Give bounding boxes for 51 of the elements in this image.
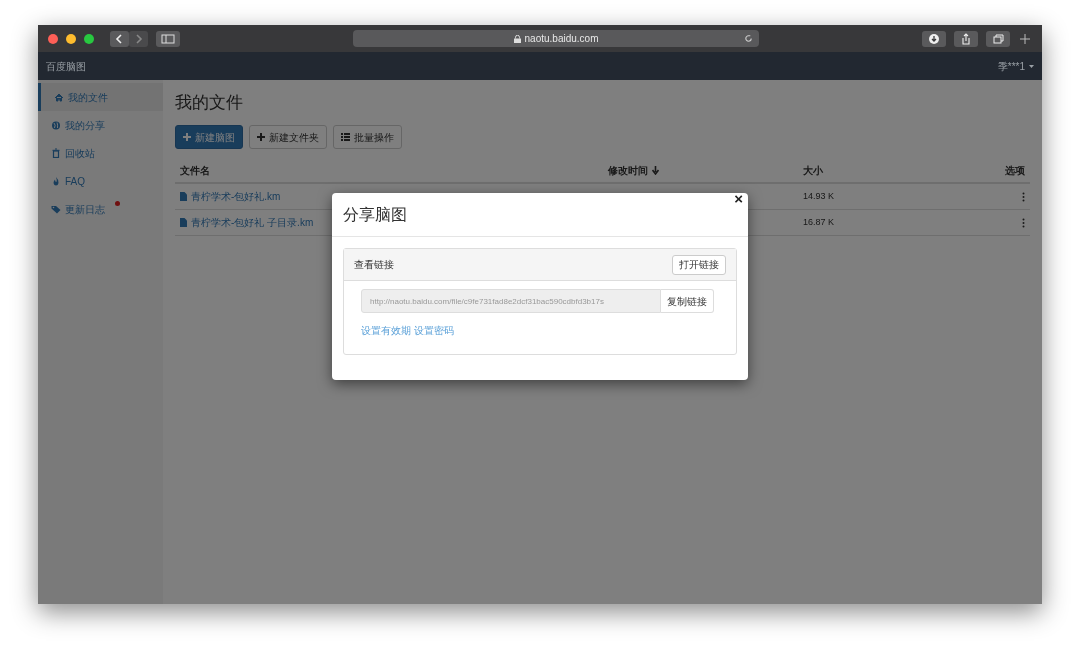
- reload-icon[interactable]: [744, 34, 753, 43]
- sidebar-item[interactable]: 回收站: [38, 139, 163, 167]
- user-menu[interactable]: 季***1: [997, 58, 1025, 74]
- plus-icon: [183, 133, 191, 141]
- column-header: 选项: [1005, 163, 1025, 178]
- trash-icon: [51, 148, 61, 158]
- sidebar-item[interactable]: FAQ: [38, 167, 163, 195]
- plus-icon: [257, 133, 265, 141]
- home-icon: [54, 92, 64, 102]
- column-header[interactable]: 修改时间: [608, 162, 803, 178]
- more-icon[interactable]: [1022, 191, 1025, 202]
- table-cell-text: 16.87 K: [803, 215, 836, 229]
- toolbar-button[interactable]: 新建文件夹: [249, 125, 327, 149]
- sidebar-item[interactable]: 更新日志: [38, 195, 163, 223]
- settings-link[interactable]: 设置有效期: [361, 323, 411, 338]
- settings-link[interactable]: 设置密码: [414, 323, 454, 338]
- lock-icon: [513, 34, 521, 43]
- copy-link-button[interactable]: 复制链接: [661, 289, 714, 313]
- file-icon: [180, 192, 187, 201]
- file-icon: [180, 218, 187, 227]
- column-header: 文件名: [180, 163, 211, 178]
- back-icon[interactable]: [110, 30, 129, 47]
- globe-icon: [51, 120, 61, 130]
- caret-icon: [1029, 64, 1034, 68]
- new-tab-icon[interactable]: [1018, 31, 1032, 46]
- download-icon[interactable]: [922, 30, 946, 47]
- sort-down-icon: [652, 165, 659, 175]
- more-icon[interactable]: [1022, 217, 1025, 228]
- share-icon[interactable]: [954, 30, 978, 47]
- panel-title: 查看链接: [354, 258, 394, 272]
- file-link[interactable]: 青柠学术-包好礼 子目录.km: [191, 215, 314, 230]
- page-title: 我的文件: [175, 92, 244, 114]
- open-link-button[interactable]: 打开链接: [672, 254, 726, 275]
- column-header: 大小: [803, 163, 824, 178]
- file-link[interactable]: 青柠学术-包好礼.km: [191, 189, 281, 204]
- table-cell-text: 14.93 K: [803, 189, 836, 203]
- sidebar-icon[interactable]: [156, 30, 180, 47]
- address-bar[interactable]: naotu.baidu.com: [353, 30, 759, 47]
- tag-icon: [51, 204, 61, 214]
- sidebar-item[interactable]: 我的分享: [38, 111, 163, 139]
- modal-title: 分享脑图: [343, 204, 407, 225]
- close-button[interactable]: ×: [734, 191, 743, 206]
- link-field[interactable]: http://naotu.baidu.com/file/c9fe731fad8e2dcf31bac590cdbfd3b17s: [361, 289, 661, 313]
- url-text: naotu.baidu.com: [524, 32, 599, 46]
- tabs-icon[interactable]: [986, 30, 1010, 47]
- brand[interactable]: 百度脑图: [46, 58, 86, 74]
- toolbar-button[interactable]: 批量操作: [333, 125, 402, 149]
- toolbar-button[interactable]: 新建脑图: [175, 125, 243, 149]
- sidebar-item[interactable]: 我的文件: [38, 83, 163, 111]
- list-icon: [341, 133, 350, 141]
- fire-icon: [51, 176, 61, 186]
